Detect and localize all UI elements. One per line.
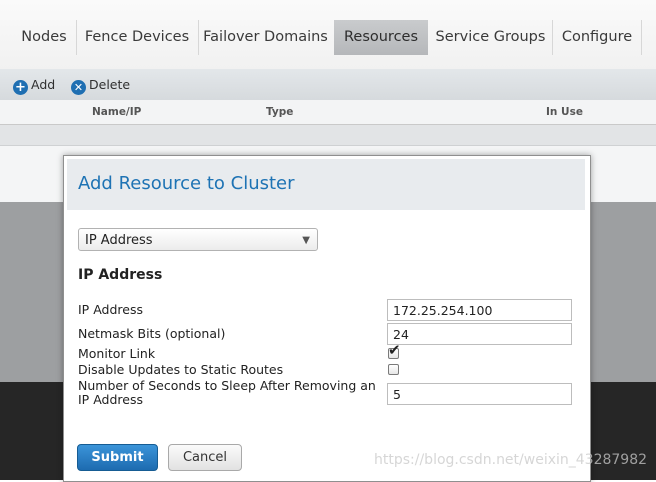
ip-address-input[interactable] [387, 299, 572, 321]
x-circle-icon: ✕ [71, 80, 86, 95]
column-header-name[interactable]: Name/IP [92, 106, 141, 118]
monitor-link-label: Monitor Link [78, 346, 156, 361]
tab-divider [641, 20, 642, 55]
cancel-button[interactable]: Cancel [168, 444, 242, 471]
add-resource-dialog: Add Resource to Cluster IP Address ▼ IP … [63, 155, 591, 482]
watermark: https://blog.csdn.net/weixin_43287982 [374, 452, 648, 468]
table-row [0, 125, 656, 146]
sleep-seconds-label: Number of Seconds to Sleep After Removin… [78, 378, 376, 407]
netmask-bits-label: Netmask Bits (optional) [78, 326, 226, 341]
plus-circle-icon: + [13, 80, 28, 95]
resource-type-select[interactable]: IP Address ▼ [78, 228, 318, 251]
dialog-header: Add Resource to Cluster [67, 159, 585, 210]
section-title: IP Address [78, 267, 163, 283]
disable-updates-checkbox[interactable] [388, 364, 399, 375]
tab-fence-devices[interactable]: Fence Devices [79, 20, 195, 55]
disable-updates-label: Disable Updates to Static Routes [78, 362, 284, 377]
dialog-title: Add Resource to Cluster [78, 173, 295, 194]
chevron-down-icon: ▼ [302, 235, 310, 246]
tab-configure[interactable]: Configure [556, 20, 638, 55]
tab-bar: Nodes Fence Devices Failover Domains Res… [0, 0, 656, 69]
tab-nodes[interactable]: Nodes [15, 20, 73, 55]
tab-divider [552, 20, 553, 55]
add-button-label: Add [31, 77, 56, 92]
tab-service-groups[interactable]: Service Groups [432, 20, 549, 55]
monitor-link-checkbox[interactable]: ✔ [388, 343, 401, 359]
toolbar: + Add ✕ Delete [0, 69, 656, 101]
add-button[interactable]: + Add [13, 76, 56, 95]
checkmark-icon: ✔ [388, 341, 401, 359]
ip-address-label: IP Address [78, 302, 143, 317]
resource-type-selected-value: IP Address [85, 233, 153, 248]
submit-button[interactable]: Submit [77, 444, 158, 471]
netmask-bits-input[interactable] [387, 323, 572, 345]
tab-divider [198, 20, 199, 55]
tab-failover-domains[interactable]: Failover Domains [200, 20, 331, 55]
column-header-in-use[interactable]: In Use [546, 106, 583, 118]
delete-button[interactable]: ✕ Delete [71, 76, 131, 95]
table-header: Name/IP Type In Use [0, 100, 656, 125]
sleep-seconds-input[interactable] [387, 383, 572, 405]
tab-resources[interactable]: Resources [334, 20, 428, 55]
column-header-type[interactable]: Type [266, 106, 293, 118]
delete-button-label: Delete [89, 77, 131, 92]
tab-divider [76, 20, 77, 55]
